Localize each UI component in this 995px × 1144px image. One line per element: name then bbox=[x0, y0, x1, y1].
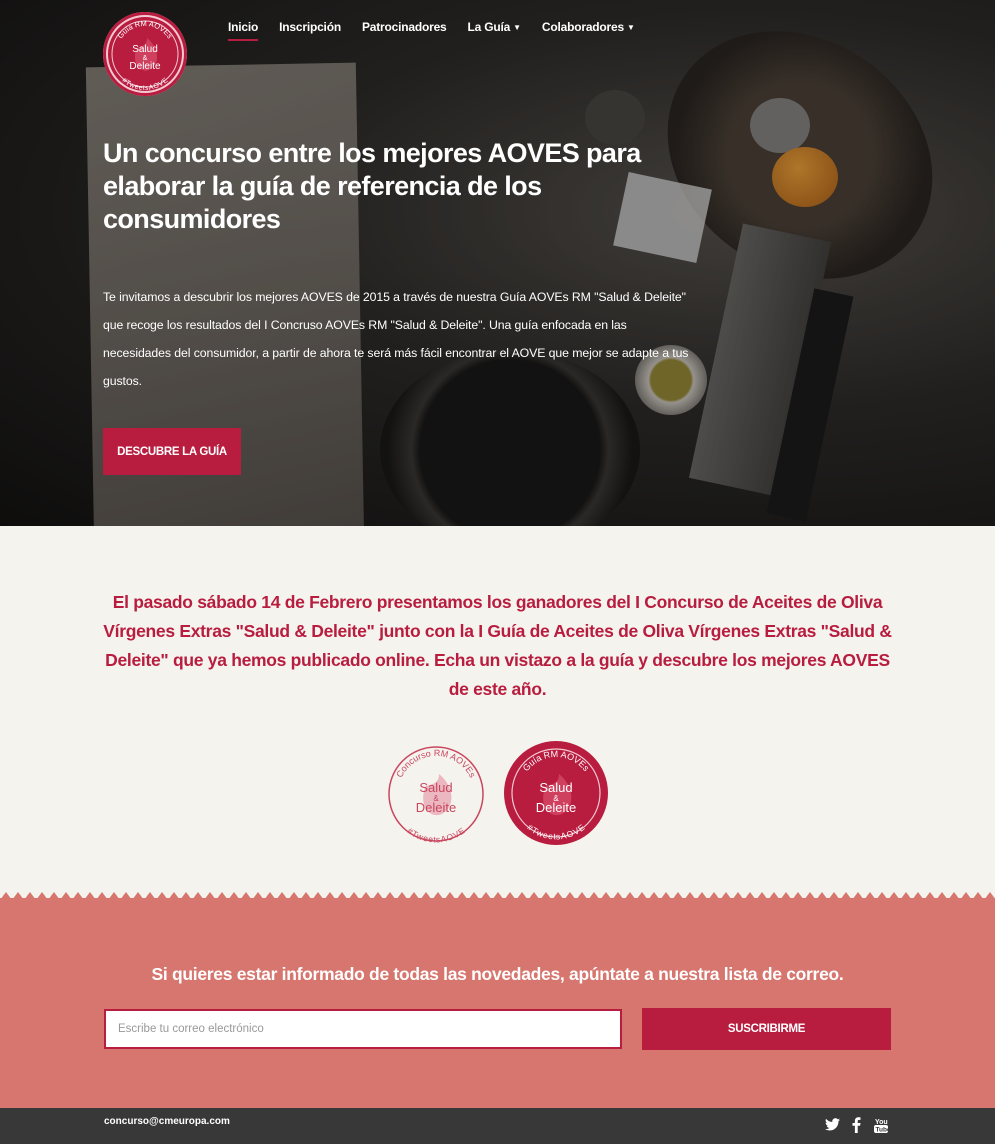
announcement-text: El pasado sábado 14 de Febrero presentam… bbox=[103, 592, 892, 699]
nav-item-patrocinadores[interactable]: Patrocinadores bbox=[362, 20, 447, 34]
subscribe-button[interactable]: SUSCRIBIRME bbox=[642, 1008, 891, 1050]
announcement-section: El pasado sábado 14 de Febrero presentam… bbox=[0, 526, 995, 898]
site-logo[interactable]: Guía RM AOVEs Salud & Deleite #TweetsAOV… bbox=[103, 12, 187, 96]
twitter-icon[interactable] bbox=[825, 1118, 840, 1136]
caret-down-icon: ▼ bbox=[513, 23, 521, 32]
nav-item-label: Patrocinadores bbox=[361, 20, 447, 34]
nav-item-label: La Guía bbox=[467, 20, 511, 34]
site-footer: concurso@cmeuropa.com YouTube bbox=[0, 1108, 995, 1144]
nav-item-inicio[interactable]: Inicio bbox=[228, 20, 259, 41]
badge-bottom-text: #TweetsAOVE bbox=[405, 825, 466, 844]
badge-line3: Deleite bbox=[416, 800, 456, 815]
badge-line3: Deleite bbox=[536, 800, 576, 815]
nav-item-label: Inicio bbox=[228, 20, 259, 34]
badge-line1: Salud bbox=[539, 780, 572, 795]
nav-item-colaboradores[interactable]: Colaboradores ▼ bbox=[542, 20, 635, 34]
svg-text:You: You bbox=[875, 1119, 888, 1126]
hero-description: Te invitamos a descubrir los mejores AOV… bbox=[103, 290, 689, 388]
badge-line1: Salud bbox=[419, 780, 452, 795]
contact-email-link[interactable]: concurso@cmeuropa.com bbox=[104, 1116, 230, 1127]
discover-guide-button[interactable]: DESCUBRE LA GUÍA bbox=[103, 428, 241, 475]
svg-text:Tube: Tube bbox=[876, 1127, 889, 1134]
nav-item-inscripcion[interactable]: Inscripción bbox=[279, 20, 341, 34]
nav-item-label: Inscripción bbox=[279, 20, 341, 34]
facebook-icon[interactable] bbox=[852, 1117, 861, 1138]
caret-down-icon: ▼ bbox=[626, 23, 635, 32]
logo-line3: Deleite bbox=[129, 61, 161, 72]
email-field[interactable] bbox=[104, 1009, 622, 1049]
contest-badge: Concurso RM AOVEs Salud & Deleite #Tweet… bbox=[388, 746, 484, 844]
hero-title: Un concurso entre los mejores AOVES para… bbox=[103, 138, 641, 234]
logo-emblem: Guía RM AOVEs Salud & Deleite #TweetsAOV… bbox=[111, 19, 179, 92]
nav-item-label: Colaboradores bbox=[541, 20, 624, 34]
logo-top-text: Guía RM AOVEs bbox=[116, 19, 175, 41]
hero-section: Guía RM AOVEs Salud & Deleite #TweetsAOV… bbox=[0, 0, 995, 526]
youtube-icon[interactable]: YouTube bbox=[874, 1116, 891, 1139]
guide-badge: Guía RM AOVEs Salud & Deleite #TweetsAOV… bbox=[504, 741, 608, 845]
newsletter-section: Si quieres estar informado de todas las … bbox=[0, 898, 995, 1108]
badge-top-text: Concurso RM AOVEs bbox=[394, 748, 478, 780]
nav-item-la-guia[interactable]: La Guía ▼ bbox=[467, 20, 522, 34]
logo-line1: Salud bbox=[132, 44, 158, 55]
logo-bottom-text: #TweetsAOVE bbox=[120, 77, 169, 92]
newsletter-title: Si quieres estar informado de todas las … bbox=[151, 964, 844, 984]
main-nav: Inicio Inscripción Patrocinadores La Guí… bbox=[228, 20, 656, 41]
